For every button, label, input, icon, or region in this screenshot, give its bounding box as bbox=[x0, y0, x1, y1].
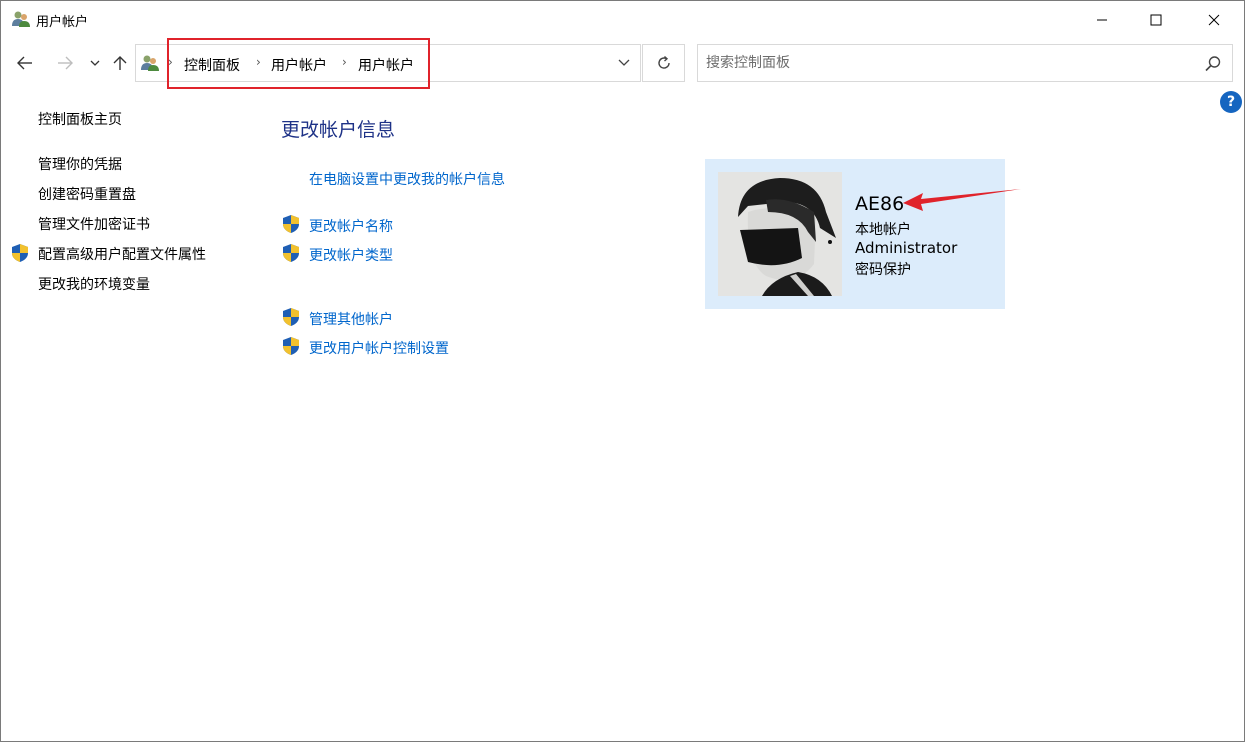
minimize-button[interactable] bbox=[1079, 1, 1125, 39]
sidebar-item-advanced-profile-properties[interactable]: 配置高级用户配置文件属性 bbox=[38, 244, 206, 264]
uac-shield-icon bbox=[283, 215, 299, 233]
chevron-right-icon[interactable]: › bbox=[342, 55, 347, 69]
close-icon bbox=[1208, 14, 1220, 26]
search-input[interactable] bbox=[706, 45, 1186, 81]
chevron-down-icon bbox=[618, 59, 630, 66]
change-account-type-link[interactable]: 更改帐户类型 bbox=[309, 245, 393, 265]
refresh-icon bbox=[657, 55, 670, 69]
title-bar: 用户帐户 bbox=[1, 1, 1244, 39]
account-protection: 密码保护 bbox=[855, 262, 911, 278]
users-icon bbox=[141, 55, 159, 71]
uac-shield-icon bbox=[283, 337, 299, 355]
account-role: Administrator bbox=[855, 239, 958, 257]
avatar-image bbox=[718, 172, 842, 296]
user-accounts-window: 用户帐户 › 控制面板 › 用户帐户 › 用户帐户 搜索控制面板 ? 控制面板主… bbox=[0, 0, 1245, 742]
manage-other-accounts-link[interactable]: 管理其他帐户 bbox=[309, 309, 393, 329]
chevron-right-icon[interactable]: › bbox=[256, 55, 261, 69]
sidebar-item-environment-variables[interactable]: 更改我的环境变量 bbox=[38, 274, 150, 294]
recent-locations-button[interactable] bbox=[83, 51, 107, 75]
arrow-up-icon bbox=[113, 56, 127, 70]
pc-settings-account-link[interactable]: 在电脑设置中更改我的帐户信息 bbox=[309, 169, 505, 189]
uac-shield-icon bbox=[283, 244, 299, 262]
search-box[interactable] bbox=[697, 44, 1233, 82]
search-icon[interactable] bbox=[1204, 55, 1222, 73]
breadcrumb-item[interactable]: 用户帐户 bbox=[358, 55, 414, 75]
refresh-button[interactable] bbox=[642, 44, 685, 82]
uac-settings-link[interactable]: 更改用户帐户控制设置 bbox=[309, 338, 449, 358]
up-button[interactable] bbox=[108, 51, 132, 75]
forward-button[interactable] bbox=[53, 51, 77, 75]
account-card: AE86 本地帐户 Administrator 密码保护 bbox=[705, 159, 1005, 309]
window-title: 用户帐户 bbox=[36, 15, 89, 30]
minimize-icon bbox=[1097, 19, 1107, 21]
account-name: AE86 bbox=[855, 193, 905, 215]
account-type: 本地帐户 bbox=[855, 222, 911, 238]
control-panel-home-link[interactable]: 控制面板主页 bbox=[38, 109, 122, 129]
chevron-right-icon: › bbox=[168, 55, 173, 69]
close-button[interactable] bbox=[1191, 1, 1237, 39]
avatar[interactable] bbox=[718, 172, 842, 296]
sidebar-item-manage-credentials[interactable]: 管理你的凭据 bbox=[38, 154, 122, 174]
back-button[interactable] bbox=[13, 51, 37, 75]
uac-shield-icon bbox=[12, 244, 28, 262]
arrow-left-icon bbox=[17, 56, 32, 70]
users-icon bbox=[12, 11, 30, 27]
sidebar-item-file-encryption-certificates[interactable]: 管理文件加密证书 bbox=[38, 214, 150, 234]
breadcrumb-item[interactable]: 控制面板 bbox=[184, 55, 240, 75]
navigation-bar: › 控制面板 › 用户帐户 › 用户帐户 bbox=[1, 39, 1244, 89]
uac-shield-icon bbox=[283, 308, 299, 326]
sidebar-item-create-reset-disk[interactable]: 创建密码重置盘 bbox=[38, 184, 136, 204]
arrow-right-icon bbox=[58, 56, 73, 70]
page-title: 更改帐户信息 bbox=[281, 119, 396, 141]
address-bar[interactable]: › 控制面板 › 用户帐户 › 用户帐户 bbox=[135, 44, 641, 82]
address-dropdown-button[interactable] bbox=[614, 53, 634, 73]
maximize-button[interactable] bbox=[1133, 1, 1179, 39]
help-button[interactable]: ? bbox=[1220, 91, 1242, 113]
breadcrumb-item[interactable]: 用户帐户 bbox=[271, 55, 327, 75]
chevron-down-icon bbox=[90, 60, 100, 66]
change-account-name-link[interactable]: 更改帐户名称 bbox=[309, 216, 393, 236]
maximize-icon bbox=[1150, 14, 1162, 26]
